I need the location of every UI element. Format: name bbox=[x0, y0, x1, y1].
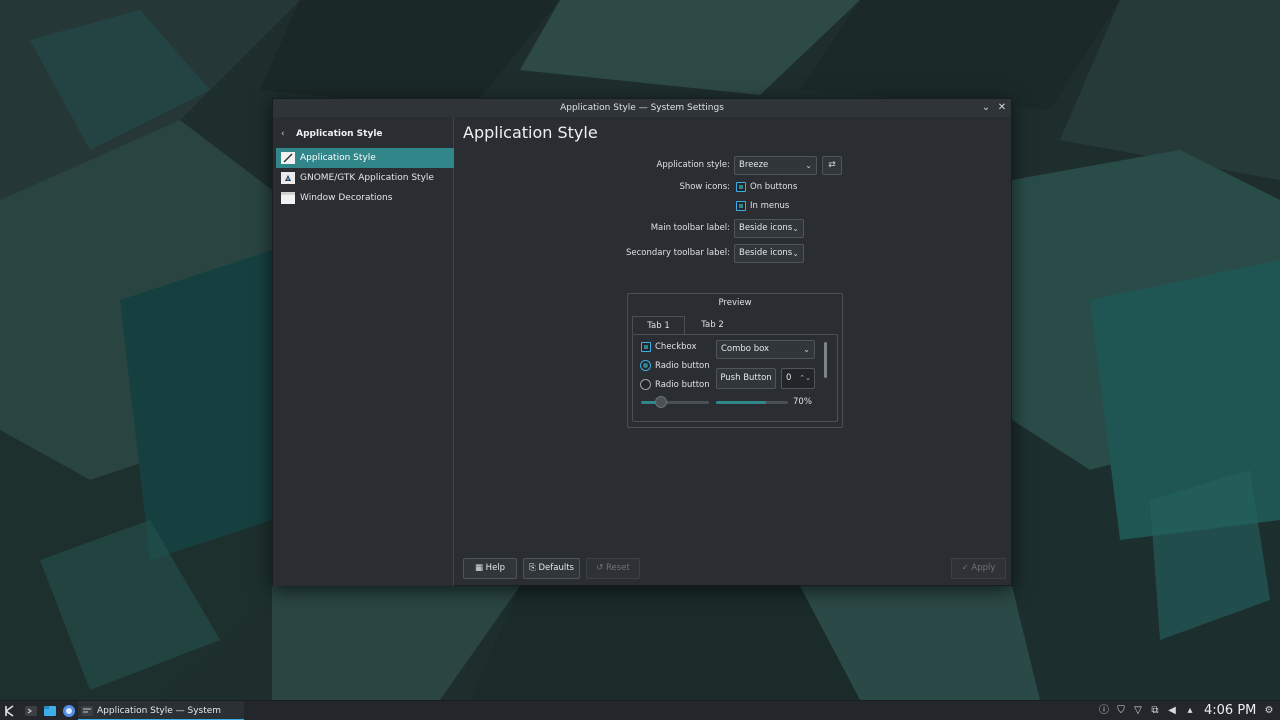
browser-icon[interactable] bbox=[62, 704, 76, 718]
configure-style-button[interactable]: ⇄ bbox=[822, 156, 842, 175]
secondary-toolbar-combo[interactable]: Beside icons ⌄ bbox=[734, 244, 804, 263]
in-menus-checkbox[interactable] bbox=[736, 201, 746, 211]
system-settings-window: Application Style — System Settings ⌄ ✕ … bbox=[272, 98, 1012, 586]
main-toolbar-value: Beside icons bbox=[739, 223, 793, 233]
preview-title: Preview bbox=[718, 298, 752, 308]
reset-button[interactable]: ↺ Reset bbox=[586, 558, 640, 579]
tab-1[interactable]: Tab 1 bbox=[632, 316, 685, 334]
apply-button-label: Apply bbox=[971, 563, 996, 573]
progress-fill bbox=[716, 401, 767, 404]
help-button-label: Help bbox=[485, 563, 506, 573]
secondary-toolbar-value: Beside icons bbox=[739, 248, 793, 258]
sidebar-header[interactable]: ‹ Application Style bbox=[281, 127, 383, 141]
gear-icon[interactable]: ⚙ bbox=[1262, 704, 1276, 718]
tray-expand-icon[interactable]: ▴ bbox=[1183, 704, 1197, 718]
application-style-combo[interactable]: Breeze ⌄ bbox=[734, 156, 817, 175]
defaults-icon: ⎘ bbox=[528, 563, 536, 573]
sidebar-item-label: Application Style bbox=[300, 153, 376, 163]
settings-sliders-icon: ⇄ bbox=[828, 160, 836, 170]
chevron-down-icon: ⌄ bbox=[792, 224, 799, 233]
application-style-label: Application style: bbox=[656, 160, 730, 170]
task-label: Application Style — System Settin... bbox=[97, 706, 222, 716]
preview-group: Preview Tab 1 Tab 2 Checkbox Radio butto… bbox=[627, 293, 843, 428]
defaults-button-label: Defaults bbox=[538, 563, 575, 573]
reset-button-label: Reset bbox=[606, 563, 630, 573]
in-menus-label: In menus bbox=[750, 201, 790, 211]
brush-icon bbox=[281, 152, 295, 164]
updates-icon[interactable]: ⓘ bbox=[1097, 704, 1111, 718]
show-icons-label: Show icons: bbox=[679, 182, 730, 192]
tab-2[interactable]: Tab 2 bbox=[686, 316, 739, 334]
window-title: Application Style — System Settings bbox=[560, 103, 724, 113]
sidebar-item-window-decorations[interactable]: Window Decorations bbox=[276, 188, 454, 208]
clipboard-icon[interactable]: ⧉ bbox=[1148, 704, 1162, 718]
gtk-icon bbox=[281, 172, 295, 184]
sidebar: ‹ Application Style Application Style GN… bbox=[273, 117, 454, 586]
volume-icon[interactable]: ◀ bbox=[1165, 704, 1179, 718]
task-system-settings[interactable]: Application Style — System Settin... bbox=[78, 701, 244, 720]
chevron-down-icon: ⌄ bbox=[803, 345, 810, 354]
spin-arrows-icon[interactable]: ⌃⌄ bbox=[799, 369, 811, 388]
preview-checkbox-label: Checkbox bbox=[655, 342, 697, 352]
preview-radio-1[interactable] bbox=[640, 360, 651, 371]
sidebar-header-label: Application Style bbox=[296, 129, 383, 139]
window-icon bbox=[281, 192, 295, 204]
preview-progress-bar bbox=[716, 401, 788, 404]
preview-spinbox[interactable]: 0 ⌃⌄ bbox=[781, 368, 815, 389]
apply-check-icon: ✓ bbox=[961, 563, 969, 573]
slider-handle[interactable] bbox=[655, 396, 668, 408]
preview-scrollbar[interactable] bbox=[824, 342, 827, 378]
preview-combo-box[interactable]: Combo box ⌄ bbox=[716, 340, 815, 359]
main-panel: Application Style Application style: Bre… bbox=[455, 117, 1012, 586]
main-toolbar-combo[interactable]: Beside icons ⌄ bbox=[734, 219, 804, 238]
preview-checkbox[interactable] bbox=[641, 342, 651, 352]
close-icon[interactable]: ✕ bbox=[996, 102, 1008, 114]
file-manager-icon[interactable] bbox=[43, 704, 57, 718]
preview-combo-value: Combo box bbox=[721, 344, 770, 354]
progress-label: 70% bbox=[793, 397, 812, 407]
app-launcher-icon[interactable] bbox=[3, 704, 17, 718]
chevron-down-icon: ⌄ bbox=[792, 249, 799, 258]
reset-icon: ↺ bbox=[596, 563, 604, 573]
tab-panel: Checkbox Radio button Radio button Combo… bbox=[632, 334, 838, 422]
on-buttons-checkbox[interactable] bbox=[736, 182, 746, 192]
sidebar-item-label: GNOME/GTK Application Style bbox=[300, 173, 434, 183]
preview-radio-1-label: Radio button bbox=[655, 361, 710, 371]
minimize-icon[interactable]: ⌄ bbox=[980, 102, 992, 114]
clock[interactable]: 4:06 PM bbox=[1204, 701, 1256, 720]
sidebar-item-label: Window Decorations bbox=[300, 193, 393, 203]
taskbar: Application Style — System Settin... ⓘ ⛉… bbox=[0, 700, 1280, 720]
window-titlebar[interactable]: Application Style — System Settings ⌄ ✕ bbox=[273, 99, 1011, 117]
network-wifi-icon[interactable]: ▽ bbox=[1131, 704, 1145, 718]
preview-radio-2-label: Radio button bbox=[655, 380, 710, 390]
sidebar-item-gnome-gtk[interactable]: GNOME/GTK Application Style bbox=[276, 168, 454, 188]
preview-radio-2[interactable] bbox=[640, 379, 651, 390]
sidebar-item-application-style[interactable]: Application Style bbox=[276, 148, 454, 168]
spinbox-value: 0 bbox=[786, 373, 792, 383]
system-settings-launcher-icon[interactable] bbox=[24, 704, 38, 718]
settings-task-icon bbox=[81, 706, 93, 716]
on-buttons-label: On buttons bbox=[750, 182, 798, 192]
help-button[interactable]: ▦ Help bbox=[463, 558, 517, 579]
defaults-button[interactable]: ⎘ Defaults bbox=[523, 558, 580, 579]
main-toolbar-label: Main toolbar label: bbox=[650, 223, 730, 233]
preview-slider[interactable] bbox=[641, 396, 709, 408]
secondary-toolbar-label: Secondary toolbar label: bbox=[625, 248, 730, 258]
chevron-down-icon: ⌄ bbox=[805, 161, 812, 170]
apply-button[interactable]: ✓ Apply bbox=[951, 558, 1006, 579]
preview-push-button[interactable]: Push Button bbox=[716, 368, 776, 389]
back-arrow-icon[interactable]: ‹ bbox=[281, 127, 293, 141]
help-icon: ▦ bbox=[474, 563, 483, 573]
application-style-value: Breeze bbox=[739, 160, 769, 170]
page-title: Application Style bbox=[463, 123, 598, 142]
vault-icon[interactable]: ⛉ bbox=[1114, 704, 1128, 718]
